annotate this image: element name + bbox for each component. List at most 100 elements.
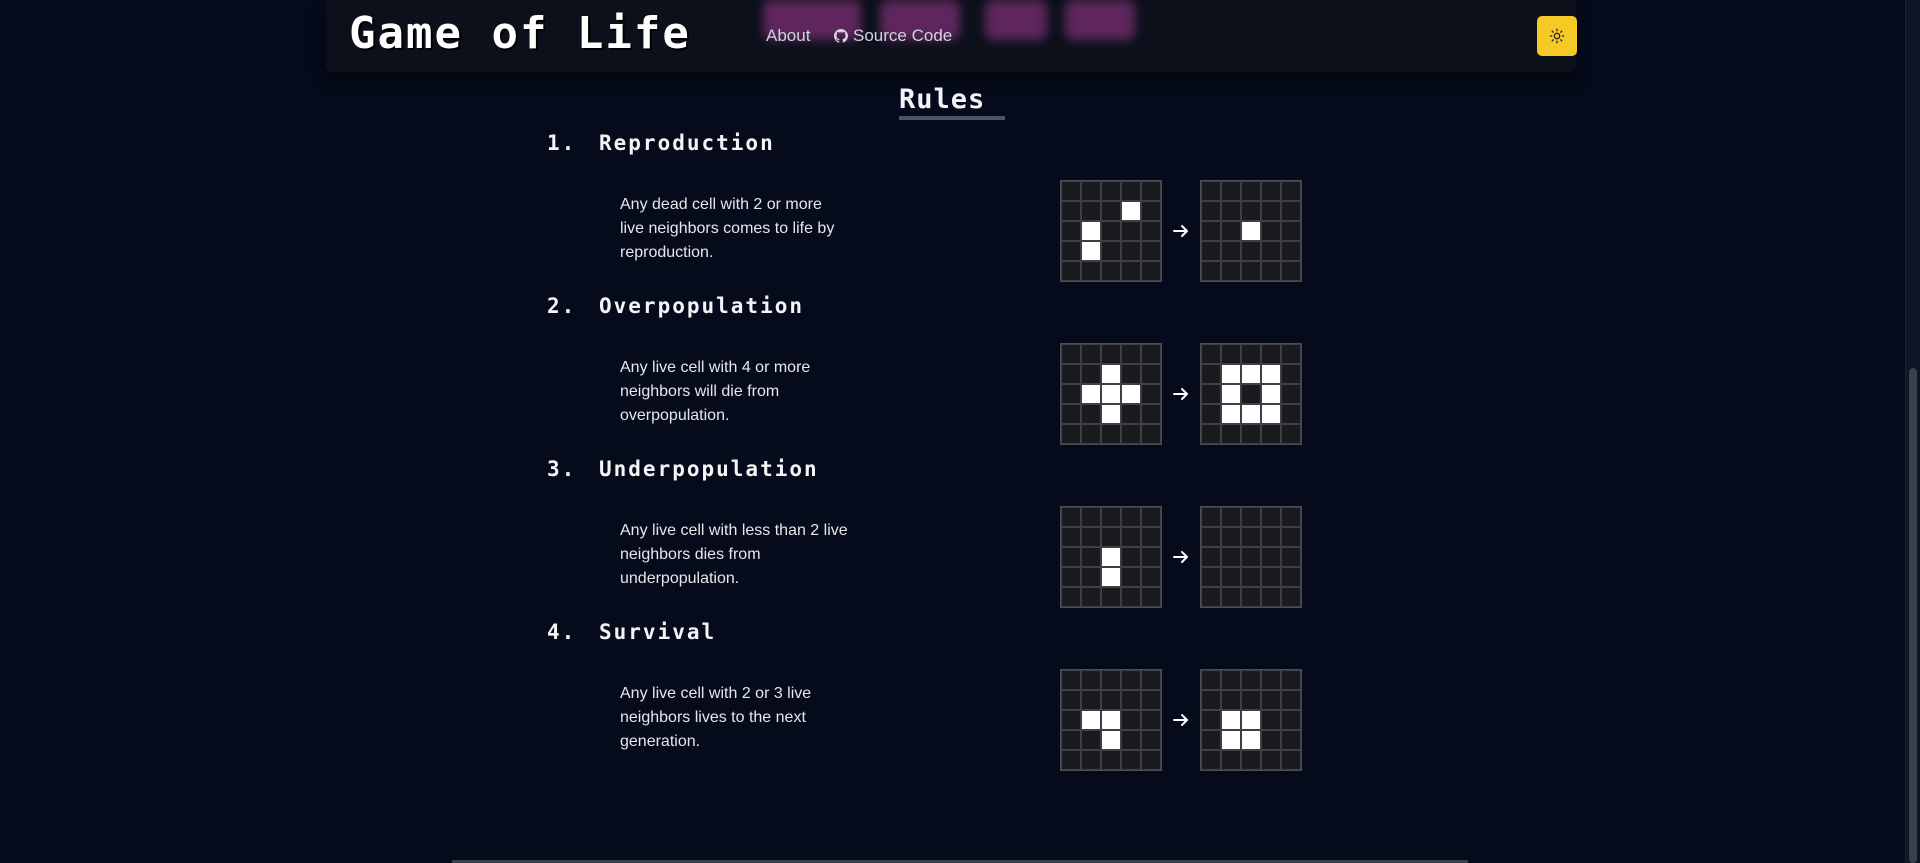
- dead-cell: [1241, 547, 1261, 567]
- dead-cell: [1261, 567, 1281, 587]
- dead-cell: [1281, 241, 1301, 261]
- dead-cell: [1221, 261, 1241, 281]
- dead-cell: [1141, 547, 1161, 567]
- live-cell: [1221, 364, 1241, 384]
- dead-cell: [1061, 527, 1081, 547]
- arrow-right-icon: [1173, 551, 1188, 563]
- live-cell: [1261, 364, 1281, 384]
- dead-cell: [1141, 261, 1161, 281]
- dead-cell: [1141, 201, 1161, 221]
- dead-cell: [1221, 670, 1241, 690]
- dead-cell: [1121, 364, 1141, 384]
- dead-cell: [1101, 201, 1121, 221]
- dead-cell: [1061, 344, 1081, 364]
- dead-cell: [1261, 710, 1281, 730]
- dead-cell: [1081, 527, 1101, 547]
- dead-cell: [1261, 547, 1281, 567]
- rule-title: Underpopulation: [599, 457, 819, 481]
- live-cell: [1081, 241, 1101, 261]
- dead-cell: [1141, 181, 1161, 201]
- dead-cell: [1201, 221, 1221, 241]
- dead-cell: [1121, 221, 1141, 241]
- dead-cell: [1261, 690, 1281, 710]
- nav-source-code-link[interactable]: Source Code: [834, 26, 952, 46]
- dead-cell: [1221, 181, 1241, 201]
- live-cell: [1101, 567, 1121, 587]
- dead-cell: [1061, 241, 1081, 261]
- dead-cell: [1101, 181, 1121, 201]
- nav-about-link[interactable]: About: [766, 26, 810, 46]
- dead-cell: [1241, 201, 1261, 221]
- dead-cell: [1241, 507, 1261, 527]
- dead-cell: [1061, 221, 1081, 241]
- dead-cell: [1061, 710, 1081, 730]
- dead-cell: [1281, 507, 1301, 527]
- dead-cell: [1141, 221, 1161, 241]
- dead-cell: [1101, 527, 1121, 547]
- dead-cell: [1221, 221, 1241, 241]
- dead-cell: [1121, 241, 1141, 261]
- dead-cell: [1121, 710, 1141, 730]
- scrollbar-thumb[interactable]: [1909, 368, 1917, 863]
- dead-cell: [1201, 690, 1221, 710]
- dead-cell: [1081, 181, 1101, 201]
- dead-cell: [1061, 730, 1081, 750]
- dead-cell: [1101, 750, 1121, 770]
- rule-description: Any live cell with less than 2 live neig…: [620, 522, 848, 587]
- dead-cell: [1201, 750, 1221, 770]
- before-grid: [1060, 506, 1162, 608]
- brand-title[interactable]: Game of Life: [349, 8, 691, 59]
- dead-cell: [1141, 670, 1161, 690]
- dead-cell: [1141, 587, 1161, 607]
- page-scrollbar[interactable]: [1905, 0, 1920, 863]
- dead-cell: [1201, 404, 1221, 424]
- dead-cell: [1201, 241, 1221, 261]
- dead-cell: [1201, 507, 1221, 527]
- dead-cell: [1121, 587, 1141, 607]
- dead-cell: [1081, 364, 1101, 384]
- dead-cell: [1101, 424, 1121, 444]
- rules-heading: Rules: [899, 84, 986, 115]
- dead-cell: [1101, 587, 1121, 607]
- dead-cell: [1141, 424, 1161, 444]
- dead-cell: [1261, 670, 1281, 690]
- rule-title: Overpopulation: [599, 294, 805, 318]
- dead-cell: [1201, 587, 1221, 607]
- dead-cell: [1081, 750, 1101, 770]
- dead-cell: [1121, 404, 1141, 424]
- dead-cell: [1061, 384, 1081, 404]
- dead-cell: [1241, 527, 1261, 547]
- dead-cell: [1241, 344, 1261, 364]
- dead-cell: [1201, 527, 1221, 547]
- sun-icon: [1549, 28, 1565, 44]
- dead-cell: [1061, 567, 1081, 587]
- live-cell: [1221, 730, 1241, 750]
- dead-cell: [1121, 567, 1141, 587]
- theme-toggle-button[interactable]: [1537, 16, 1577, 56]
- dead-cell: [1221, 690, 1241, 710]
- dead-cell: [1061, 404, 1081, 424]
- live-cell: [1101, 730, 1121, 750]
- dead-cell: [1061, 750, 1081, 770]
- decorative-blob: [985, 0, 1047, 40]
- dead-cell: [1101, 261, 1121, 281]
- dead-cell: [1061, 547, 1081, 567]
- dead-cell: [1241, 181, 1261, 201]
- arrow-right-icon: [1173, 714, 1188, 726]
- rule-number: 2.: [547, 294, 577, 318]
- rules-heading-underline: [899, 116, 1005, 120]
- dead-cell: [1081, 670, 1101, 690]
- dead-cell: [1061, 507, 1081, 527]
- dead-cell: [1201, 201, 1221, 221]
- dead-cell: [1101, 241, 1121, 261]
- dead-cell: [1281, 201, 1301, 221]
- dead-cell: [1281, 690, 1301, 710]
- dead-cell: [1281, 344, 1301, 364]
- live-cell: [1261, 404, 1281, 424]
- after-grid: [1200, 506, 1302, 608]
- dead-cell: [1201, 730, 1221, 750]
- dead-cell: [1261, 507, 1281, 527]
- live-cell: [1081, 384, 1101, 404]
- dead-cell: [1281, 547, 1301, 567]
- dead-cell: [1121, 690, 1141, 710]
